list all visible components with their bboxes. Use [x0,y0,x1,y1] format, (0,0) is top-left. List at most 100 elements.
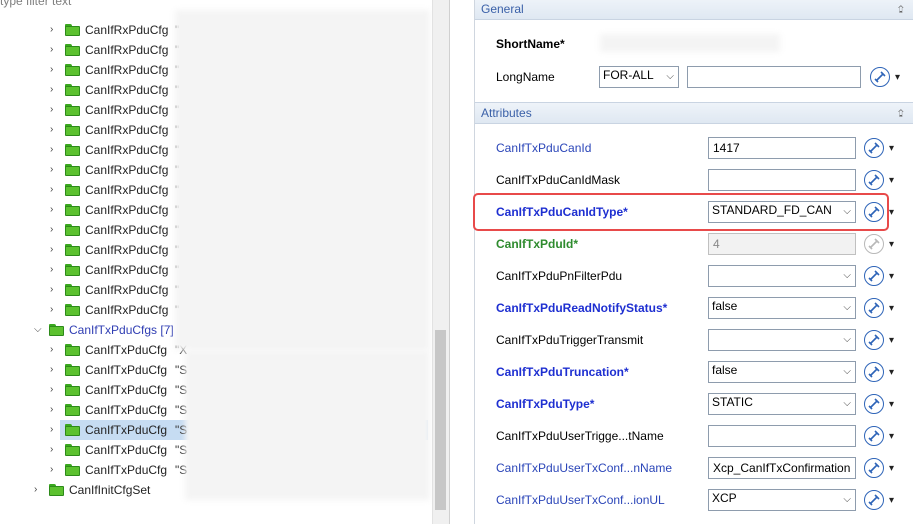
reset-attribute-button[interactable] [864,330,884,350]
attribute-label: CanIfTxPduCanIdMask [496,173,621,187]
chevron-right-icon[interactable]: › [50,204,60,216]
attribute-menu-arrow-icon[interactable]: ▾ [889,208,899,218]
chevron-right-icon[interactable]: › [50,264,60,276]
chevron-right-icon[interactable]: › [50,444,60,456]
attribute-select[interactable]: ⌵ [708,329,856,351]
chevron-right-icon[interactable]: › [50,404,60,416]
folder-icon [65,104,80,116]
chevron-right-icon[interactable]: › [50,24,60,36]
chevron-down-icon: ⌵ [666,71,674,82]
wrench-icon [868,398,880,410]
attribute-menu-arrow-icon[interactable]: ▾ [889,432,899,442]
general-section-header[interactable]: General ⮸ [475,0,913,20]
filter-placeholder: type filter text [0,0,72,8]
chevron-down-icon: ⌵ [843,270,851,281]
reset-attribute-button[interactable] [864,298,884,318]
attribute-value: false [712,299,738,313]
attribute-menu-arrow-icon[interactable]: ▾ [889,144,899,154]
pane-splitter[interactable] [449,0,474,524]
reset-attribute-button[interactable] [864,394,884,414]
folder-icon [49,484,64,496]
attribute-menu-arrow-icon[interactable]: ▾ [889,240,899,250]
chevron-right-icon[interactable]: › [50,344,60,356]
chevron-right-icon[interactable]: › [50,144,60,156]
language-select[interactable]: FOR-ALL ⌵ [599,66,679,88]
folder-icon [65,424,80,436]
reset-attribute-button[interactable] [864,458,884,478]
chevron-down-icon[interactable]: ⌵ [34,324,44,336]
chevron-right-icon[interactable]: › [50,224,60,236]
chevron-right-icon[interactable]: › [50,44,60,56]
chevron-right-icon[interactable]: › [50,104,60,116]
reset-attribute-button[interactable] [864,234,884,254]
tree-row-label: CanIfTxPduCfg [85,383,168,397]
reset-attribute-button[interactable] [864,490,884,510]
filter-input[interactable]: type filter text [0,0,449,10]
attribute-value: Xcp_CanIfTxConfirmation [713,461,851,475]
folder-icon [65,184,80,196]
attribute-menu-arrow-icon[interactable]: ▾ [889,368,899,378]
tree-row-label: CanIfTxPduCfg [85,403,168,417]
attribute-menu-arrow-icon[interactable]: ▾ [889,464,899,474]
attribute-menu-arrow-icon[interactable]: ▾ [889,336,899,346]
chevron-right-icon[interactable]: › [50,124,60,136]
attribute-menu-arrow-icon[interactable]: ▾ [889,176,899,186]
folder-icon [65,124,80,136]
tree-row-label: CanIfInitCfgSet [69,483,151,497]
attributes-section-title: Attributes [481,106,532,120]
reset-attribute-button[interactable] [864,266,884,286]
tree-scrollbar-thumb[interactable] [435,330,446,510]
chevron-right-icon[interactable]: › [50,84,60,96]
attribute-select[interactable]: XCP ⌵ [708,489,856,511]
attribute-select[interactable]: ⌵ [708,265,856,287]
reset-attribute-button[interactable] [864,426,884,446]
attribute-value: 4 [713,237,720,251]
chevron-right-icon[interactable]: › [50,244,60,256]
reset-attribute-button[interactable] [864,138,884,158]
highlight-box [473,193,889,231]
attribute-input[interactable] [708,169,856,191]
attribute-input[interactable] [708,425,856,447]
chevron-right-icon[interactable]: › [50,424,60,436]
chevron-right-icon[interactable]: › [50,64,60,76]
attribute-menu-arrow-icon[interactable]: ▾ [889,496,899,506]
chevron-right-icon[interactable]: › [50,164,60,176]
redaction-blur [600,34,780,52]
attribute-menu-arrow-icon[interactable]: ▾ [889,272,899,282]
folder-icon [65,344,80,356]
attribute-select[interactable]: STATIC ⌵ [708,393,856,415]
folder-icon [65,224,80,236]
shortname-label: ShortName* [496,37,565,51]
attribute-label: CanIfTxPduUserTrigge...tName [496,429,664,443]
attributes-section-header[interactable]: Attributes ⮸ [475,102,913,124]
attribute-value: false [712,363,738,377]
folder-icon [65,304,80,316]
chevron-right-icon[interactable]: › [50,184,60,196]
attribute-select[interactable]: false ⌵ [708,361,856,383]
attribute-menu-arrow-icon[interactable]: ▾ [889,400,899,410]
longname-input[interactable] [687,66,861,88]
longname-label: LongName [496,70,555,84]
reset-attribute-button[interactable] [864,170,884,190]
attribute-menu-arrow-icon[interactable]: ▾ [889,304,899,314]
chevron-right-icon[interactable]: › [50,384,60,396]
attribute-input[interactable]: 1417 [708,137,856,159]
chevron-right-icon[interactable]: › [34,484,44,496]
longname-menu-arrow-icon[interactable]: ▾ [895,73,905,83]
chevron-right-icon[interactable]: › [50,364,60,376]
chevron-right-icon[interactable]: › [50,464,60,476]
attribute-input[interactable]: Xcp_CanIfTxConfirmation [708,457,856,479]
attribute-label: CanIfTxPduUserTxConf...ionUL [496,493,665,507]
wrench-icon [868,366,880,378]
reset-attribute-button[interactable] [864,362,884,382]
chevron-right-icon[interactable]: › [50,304,60,316]
reset-longname-button[interactable] [870,67,890,87]
folder-icon [65,444,80,456]
chevron-down-icon: ⌵ [843,398,851,409]
attribute-select[interactable]: false ⌵ [708,297,856,319]
wrench-icon [868,494,880,506]
collapse-icon[interactable]: ⮸ [898,3,904,20]
chevron-right-icon[interactable]: › [50,284,60,296]
collapse-icon[interactable]: ⮸ [898,107,904,124]
wrench-icon [874,71,886,83]
